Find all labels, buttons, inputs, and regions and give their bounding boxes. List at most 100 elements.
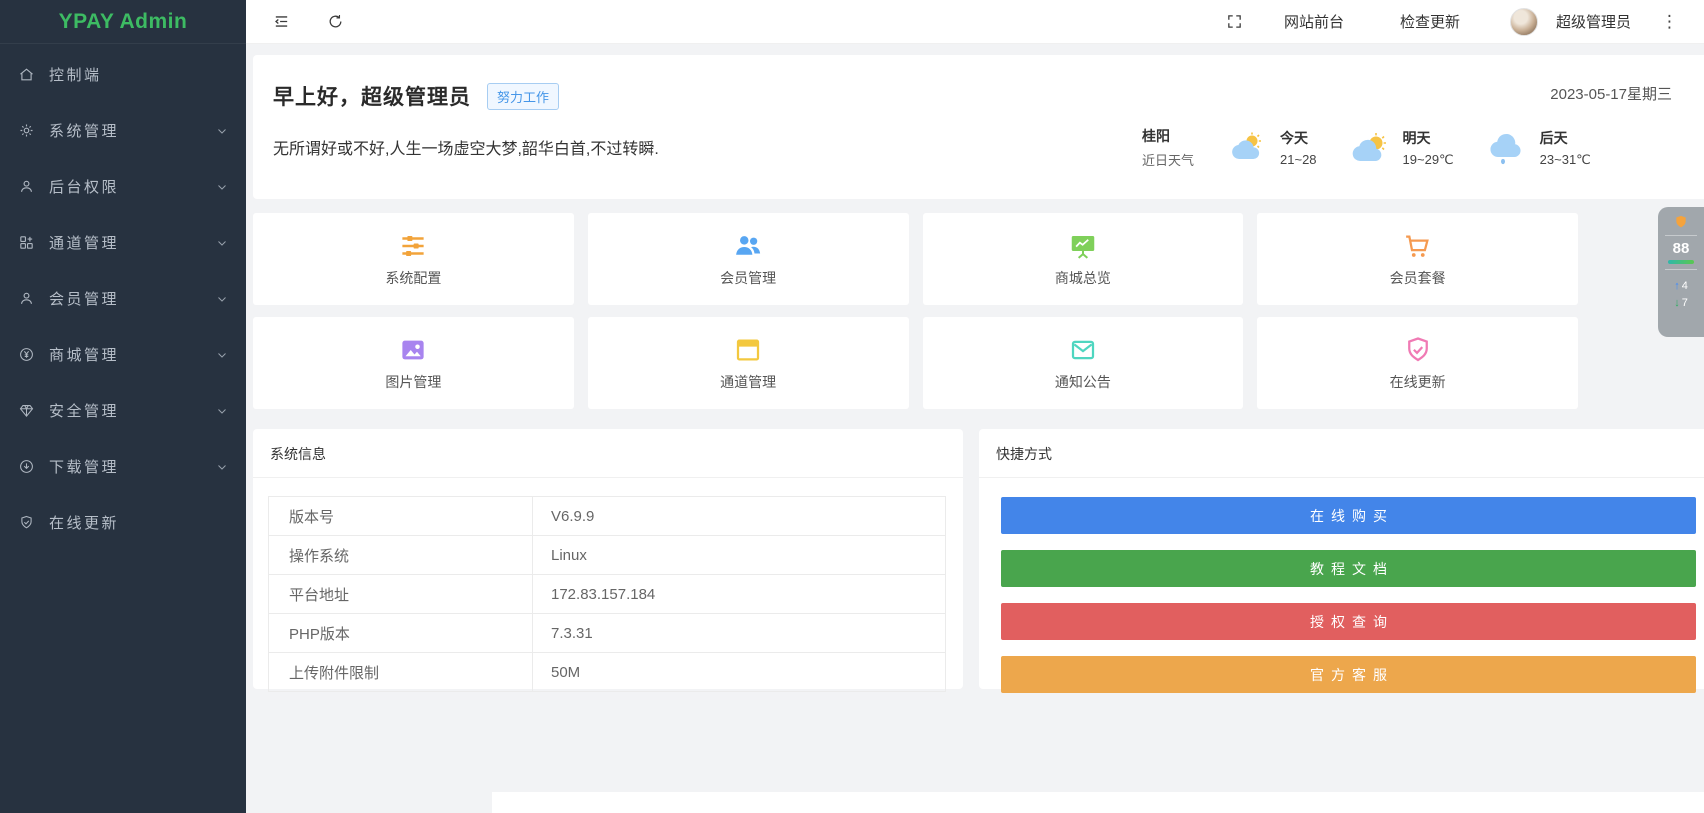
online-purchase-button[interactable]: 在线购买 xyxy=(1001,497,1696,534)
sidebar-item-label: 在线更新 xyxy=(49,512,228,533)
card-label: 系统配置 xyxy=(385,268,441,288)
info-value: 50M xyxy=(533,653,945,691)
info-value: 172.83.157.184 xyxy=(533,575,945,613)
sidebar-item-members[interactable]: 会员管理 xyxy=(0,270,246,326)
info-value: Linux xyxy=(533,536,945,574)
info-value: 7.3.31 xyxy=(533,614,945,652)
card-mall-overview[interactable]: 商城总览 xyxy=(923,213,1244,305)
card-label: 会员管理 xyxy=(720,268,776,288)
license-query-button[interactable]: 授权查询 xyxy=(1001,603,1696,640)
card-online-update[interactable]: 在线更新 xyxy=(1257,317,1578,409)
chevron-down-icon xyxy=(216,236,228,248)
image-icon xyxy=(398,335,428,365)
yen-circle-icon xyxy=(17,345,35,363)
sidebar: YPAY Admin 控制端 系统管理 后台权限 xyxy=(0,0,246,813)
sidebar-item-security[interactable]: 安全管理 xyxy=(0,382,246,438)
info-label: 操作系统 xyxy=(269,536,533,574)
sidebar-item-downloads[interactable]: 下载管理 xyxy=(0,438,246,494)
sidebar-item-label: 商城管理 xyxy=(49,344,216,365)
widget-up-value: 4 xyxy=(1682,280,1688,292)
sidebar-item-label: 安全管理 xyxy=(49,400,216,421)
sidebar-item-admin-auth[interactable]: 后台权限 xyxy=(0,158,246,214)
greeting-left: 早上好，超级管理员 努力工作 无所谓好或不好,人生一场虚空大梦,韶华白首,不过转… xyxy=(273,81,1136,199)
quick-link-buttons: 在线购买 教程文档 授权查询 官方客服 xyxy=(979,478,1704,709)
collapse-sidebar-icon[interactable] xyxy=(264,5,298,39)
weather-city: 桂阳 近日天气 xyxy=(1142,126,1194,169)
info-label: PHP版本 xyxy=(269,614,533,652)
gear-icon xyxy=(17,121,35,139)
chevron-down-icon xyxy=(216,124,228,136)
kebab-menu-icon[interactable]: ⋮ xyxy=(1649,12,1690,32)
daily-quote: 无所谓好或不好,人生一场虚空大梦,韶华白首,不过转瞬. xyxy=(273,135,1136,159)
diamond-icon xyxy=(17,401,35,419)
floating-score-widget[interactable]: 88 ↑ 4 ↓ 7 xyxy=(1658,207,1704,337)
board-chart-icon xyxy=(1068,231,1098,261)
refresh-icon[interactable] xyxy=(318,5,352,39)
topbar-right: 网站前台 检查更新 超级管理员 ⋮ xyxy=(1218,5,1690,39)
card-label: 会员套餐 xyxy=(1390,268,1446,288)
table-row: PHP版本 7.3.31 xyxy=(269,614,945,653)
shortcut-cards: 系统配置 会员管理 xyxy=(253,213,1578,409)
arrow-up-icon: ↑ xyxy=(1674,280,1680,292)
sidebar-item-dashboard[interactable]: 控制端 xyxy=(0,46,246,102)
sidebar-item-online-update[interactable]: 在线更新 xyxy=(0,494,246,550)
mail-icon xyxy=(1068,335,1098,365)
arrow-down-icon: ↓ xyxy=(1674,297,1680,309)
weather-day-temp: 21~28 xyxy=(1280,152,1317,167)
divider xyxy=(253,477,963,478)
card-channel-management[interactable]: 通道管理 xyxy=(588,317,909,409)
system-info-table: 版本号 V6.9.9 操作系统 Linux 平台地址 172.83.157.18… xyxy=(268,496,946,692)
main-area: 网站前台 检查更新 超级管理员 ⋮ 早上好，超级管理员 努力工作 无所谓好或不好… xyxy=(246,0,1704,813)
tutorial-docs-button[interactable]: 教程文档 xyxy=(1001,550,1696,587)
content: 早上好，超级管理员 努力工作 无所谓好或不好,人生一场虚空大梦,韶华白首,不过转… xyxy=(246,44,1704,813)
chevron-down-icon xyxy=(216,180,228,192)
users-icon xyxy=(733,231,763,261)
table-row: 上传附件限制 50M xyxy=(269,653,945,692)
sun-cloud-icon xyxy=(1351,131,1395,165)
download-circle-icon xyxy=(17,457,35,475)
sidebar-item-system[interactable]: 系统管理 xyxy=(0,102,246,158)
greeting-title: 早上好，超级管理员 xyxy=(273,81,471,111)
sidebar-item-label: 控制端 xyxy=(49,64,228,85)
work-status-badge: 努力工作 xyxy=(487,83,559,110)
divider xyxy=(1665,235,1697,236)
card-member-packages[interactable]: 会员套餐 xyxy=(1257,213,1578,305)
greeting-right: 2023-05-17星期三 桂阳 近日天气 xyxy=(1136,81,1676,199)
weather-day-name: 明天 xyxy=(1403,128,1454,148)
weather-subtitle: 近日天气 xyxy=(1142,150,1194,169)
quick-links-panel: 快捷方式 在线购买 教程文档 授权查询 官方客服 xyxy=(979,429,1704,689)
card-member-management[interactable]: 会员管理 xyxy=(588,213,909,305)
chevron-down-icon xyxy=(216,348,228,360)
official-support-button[interactable]: 官方客服 xyxy=(1001,656,1696,693)
info-value: V6.9.9 xyxy=(533,497,945,535)
cloud-sun-icon xyxy=(1228,131,1272,165)
weather-day-tomorrow: 明天 19~29℃ xyxy=(1351,128,1454,168)
info-label: 版本号 xyxy=(269,497,533,535)
sidebar-item-mall[interactable]: 商城管理 xyxy=(0,326,246,382)
sidebar-item-channels[interactable]: 通道管理 xyxy=(0,214,246,270)
username[interactable]: 超级管理员 xyxy=(1556,11,1631,32)
card-notifications[interactable]: 通知公告 xyxy=(923,317,1244,409)
divider xyxy=(1665,269,1697,270)
current-date: 2023-05-17星期三 xyxy=(1550,83,1676,104)
site-front-link[interactable]: 网站前台 xyxy=(1260,11,1368,32)
check-update-link[interactable]: 检查更新 xyxy=(1376,11,1484,32)
widget-up-row: ↑ 4 xyxy=(1674,280,1688,292)
bottom-panels: 系统信息 版本号 V6.9.9 操作系统 Linux 平台地址 xyxy=(253,429,1704,689)
shield-check-icon xyxy=(17,513,35,531)
info-label: 上传附件限制 xyxy=(269,653,533,691)
cart-icon xyxy=(1403,231,1433,261)
sidebar-item-label: 下载管理 xyxy=(49,456,216,477)
weather-day-today: 今天 21~28 xyxy=(1228,128,1317,167)
card-system-config[interactable]: 系统配置 xyxy=(253,213,574,305)
widget-score: 88 xyxy=(1673,241,1690,256)
chevron-down-icon xyxy=(216,292,228,304)
weather-day-name: 后天 xyxy=(1540,128,1591,148)
user-avatar[interactable] xyxy=(1510,8,1538,36)
card-image-management[interactable]: 图片管理 xyxy=(253,317,574,409)
fullscreen-icon[interactable] xyxy=(1218,5,1252,39)
system-info-title: 系统信息 xyxy=(253,429,963,477)
sidebar-menu: 控制端 系统管理 后台权限 通道管理 xyxy=(0,44,246,550)
card-label: 商城总览 xyxy=(1055,268,1111,288)
system-info-panel: 系统信息 版本号 V6.9.9 操作系统 Linux 平台地址 xyxy=(253,429,963,689)
